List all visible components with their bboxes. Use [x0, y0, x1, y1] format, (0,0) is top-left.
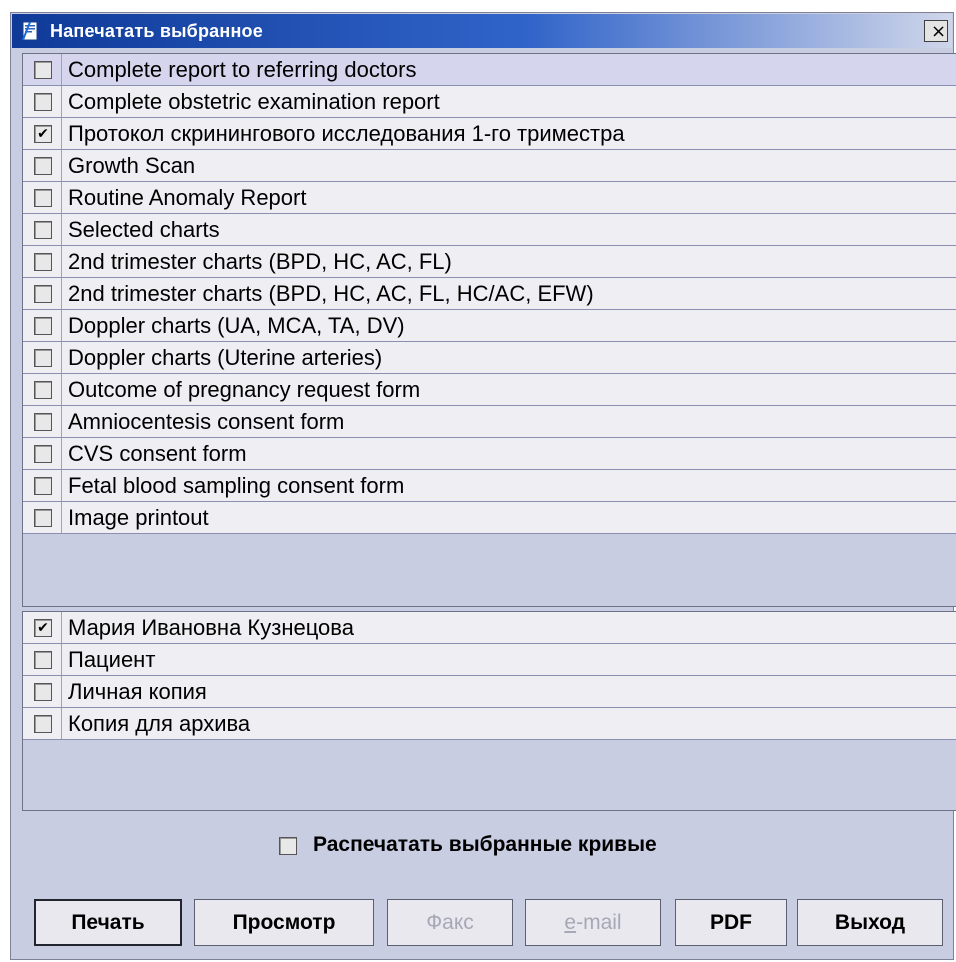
report-item[interactable]: Doppler charts (Uterine arteries) — [23, 342, 956, 374]
report-item[interactable]: Complete obstetric examination report — [23, 86, 956, 118]
report-item[interactable]: Selected charts — [23, 214, 956, 246]
recipient-item-label: Копия для архива — [68, 711, 251, 736]
report-item-label: Fetal blood sampling consent form — [68, 473, 405, 498]
report-item[interactable]: Doppler charts (UA, MCA, TA, DV) — [23, 310, 956, 342]
report-item-label: Doppler charts (Uterine arteries) — [68, 345, 383, 370]
row-divider — [61, 150, 62, 181]
report-item[interactable]: Fetal blood sampling consent form — [23, 470, 956, 502]
report-item[interactable]: Image printout — [23, 502, 956, 534]
row-divider — [61, 342, 62, 373]
pdf-button[interactable]: PDF — [675, 899, 787, 946]
row-divider — [61, 406, 62, 437]
row-divider — [61, 182, 62, 213]
checkbox-icon[interactable] — [34, 61, 52, 79]
row-divider — [61, 438, 62, 469]
row-divider — [61, 470, 62, 501]
title-bar[interactable]: Напечатать выбранное × — [12, 14, 952, 48]
report-item-label: Complete obstetric examination report — [68, 89, 440, 114]
report-item-label: Routine Anomaly Report — [68, 185, 307, 210]
row-divider — [61, 278, 62, 309]
checkbox-icon[interactable] — [34, 651, 52, 669]
row-divider — [61, 214, 62, 245]
checkbox-icon[interactable] — [34, 349, 52, 367]
report-item[interactable]: CVS consent form — [23, 438, 956, 470]
checkbox-icon[interactable] — [279, 837, 297, 855]
report-item-label: Doppler charts (UA, MCA, TA, DV) — [68, 313, 405, 338]
checkbox-icon[interactable] — [34, 317, 52, 335]
report-item[interactable]: Routine Anomaly Report — [23, 182, 956, 214]
report-item-label: 2nd trimester charts (BPD, HC, AC, FL) — [68, 249, 452, 274]
row-divider — [61, 310, 62, 341]
row-divider — [61, 502, 62, 533]
print-button[interactable]: Печать — [34, 899, 182, 946]
checkbox-icon[interactable] — [34, 683, 52, 701]
recipient-item[interactable]: ✔ Мария Ивановна Кузнецова — [23, 612, 956, 644]
checkbox-icon[interactable] — [34, 413, 52, 431]
report-item-label: Selected charts — [68, 217, 220, 242]
row-divider — [61, 708, 62, 739]
close-button[interactable]: × — [924, 20, 948, 42]
checkbox-icon[interactable] — [34, 715, 52, 733]
recipient-item-label: Мария Ивановна Кузнецова — [68, 615, 354, 640]
fax-button: Факс — [387, 899, 513, 946]
row-divider — [61, 86, 62, 117]
row-divider — [61, 246, 62, 277]
row-divider — [61, 54, 62, 85]
report-item-label: Image printout — [68, 505, 209, 530]
email-button-label: -mail — [576, 911, 622, 934]
checked-checkbox-icon[interactable]: ✔ — [34, 619, 52, 637]
recipient-item-label: Пациент — [68, 647, 156, 672]
exit-button[interactable]: Выход — [797, 899, 943, 946]
report-item[interactable]: ✔ Протокол скринингового исследования 1-г… — [23, 118, 956, 150]
checkbox-icon[interactable] — [34, 509, 52, 527]
checkbox-icon[interactable] — [34, 253, 52, 271]
recipient-item[interactable]: Личная копия — [23, 676, 956, 708]
report-list[interactable]: Complete report to referring doctors Comp… — [22, 53, 956, 607]
checkbox-icon[interactable] — [34, 445, 52, 463]
report-item[interactable]: 2nd trimester charts (BPD, HC, AC, FL) — [23, 246, 956, 278]
checked-checkbox-icon[interactable]: ✔ — [34, 125, 52, 143]
report-item[interactable]: Complete report to referring doctors — [23, 54, 956, 86]
checkbox-icon[interactable] — [34, 93, 52, 111]
report-item[interactable]: Amniocentesis consent form — [23, 406, 956, 438]
report-item[interactable]: Outcome of pregnancy request form — [23, 374, 956, 406]
email-button: e-mail — [525, 899, 661, 946]
checkbox-icon[interactable] — [34, 157, 52, 175]
report-item[interactable]: Growth Scan — [23, 150, 956, 182]
report-item-label: Amniocentesis consent form — [68, 409, 345, 434]
print-selected-dialog: Напечатать выбранное × Complete report t… — [10, 12, 956, 960]
print-selected-curves-label: Распечатать выбранные кривые — [313, 833, 657, 856]
report-item[interactable]: 2nd trimester charts (BPD, HC, AC, FL, H… — [23, 278, 956, 310]
recipient-list[interactable]: ✔ Мария Ивановна Кузнецова Пациент Личная к… — [22, 611, 956, 811]
report-item-label: Outcome of pregnancy request form — [68, 377, 421, 402]
checkbox-icon[interactable] — [34, 285, 52, 303]
dialog-title: Напечатать выбранное — [50, 21, 263, 41]
row-divider — [61, 644, 62, 675]
preview-button[interactable]: Просмотр — [194, 899, 374, 946]
report-item-label: CVS consent form — [68, 441, 247, 466]
report-item-label: 2nd trimester charts (BPD, HC, AC, FL, H… — [68, 281, 594, 306]
print-document-icon — [22, 21, 38, 41]
checkbox-icon[interactable] — [34, 189, 52, 207]
email-button-mnemonic: e — [564, 911, 577, 934]
report-item-label: Протокол скринингового исследования 1-го… — [68, 121, 625, 146]
report-item-label: Growth Scan — [68, 153, 196, 178]
row-divider — [61, 374, 62, 405]
row-divider — [61, 676, 62, 707]
checkbox-icon[interactable] — [34, 477, 52, 495]
row-divider — [61, 118, 62, 149]
recipient-item-label: Личная копия — [68, 679, 207, 704]
recipient-item[interactable]: Пациент — [23, 644, 956, 676]
checkbox-icon[interactable] — [34, 381, 52, 399]
recipient-item[interactable]: Копия для архива — [23, 708, 956, 740]
report-item-label: Complete report to referring doctors — [68, 57, 417, 82]
row-divider — [61, 612, 62, 643]
checkbox-icon[interactable] — [34, 221, 52, 239]
